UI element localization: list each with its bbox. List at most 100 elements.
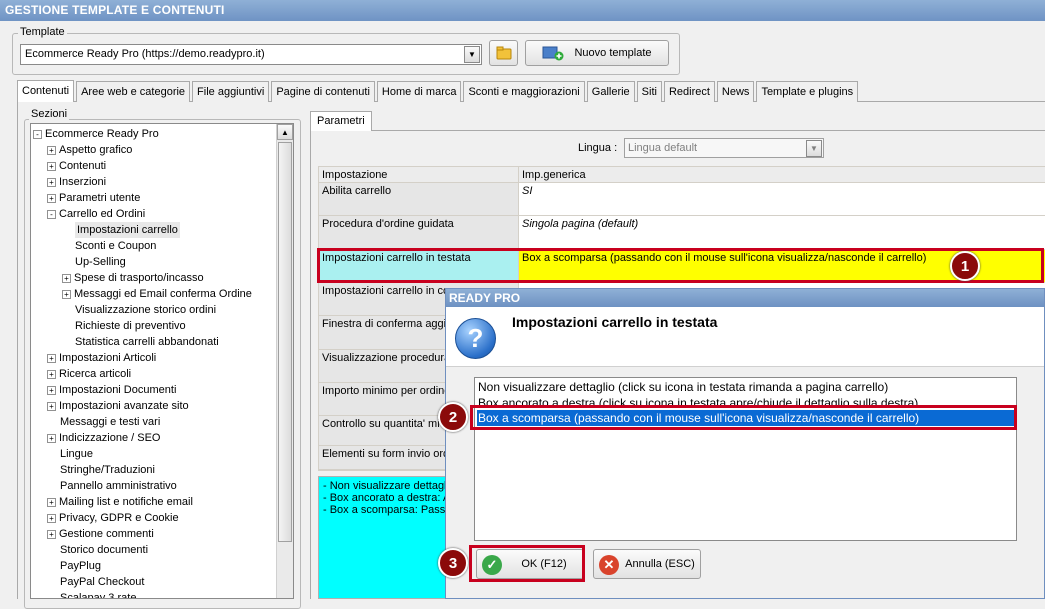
expand-icon[interactable]: + — [47, 177, 56, 187]
tree-item[interactable]: Visualizzazione storico ordini — [75, 302, 216, 318]
tree-item[interactable]: + Mailing list e notifiche email — [47, 494, 193, 510]
open-folder-button[interactable] — [489, 40, 518, 66]
tree-item[interactable]: PayPlug — [60, 558, 101, 574]
tree-root[interactable]: - Ecommerce Ready Pro — [33, 126, 159, 142]
expand-icon[interactable]: + — [47, 385, 56, 395]
expand-icon[interactable]: + — [62, 289, 71, 299]
tree-item[interactable]: + Indicizzazione / SEO — [47, 430, 161, 446]
tab-aree-web[interactable]: Aree web e categorie — [76, 81, 191, 102]
tree-item[interactable]: + Impostazioni Documenti — [47, 382, 176, 398]
tree-item-label: Visualizzazione storico ordini — [75, 304, 217, 316]
tree-item[interactable]: + Ricerca articoli — [47, 366, 131, 382]
tree-item[interactable]: Storico documenti — [60, 542, 148, 558]
option-item[interactable]: Box ancorato a destra (click su icona in… — [477, 395, 1015, 408]
tab-news[interactable]: News — [716, 81, 755, 102]
tree-item[interactable]: - Carrello ed Ordini — [47, 206, 145, 222]
tab-siti[interactable]: Siti — [636, 81, 662, 102]
step-badge-1: 1 — [950, 251, 980, 281]
expand-icon[interactable]: + — [47, 433, 56, 443]
tree-item[interactable]: Messaggi e testi vari — [60, 414, 160, 430]
question-icon: ? — [455, 318, 496, 359]
new-template-button[interactable]: Nuovo template — [525, 40, 669, 66]
dialog-header: ? Impostazioni carrello in testata — [446, 307, 1044, 367]
cancel-button[interactable]: ✕ Annulla (ESC) — [593, 549, 701, 579]
language-select[interactable]: Lingua default ▼ — [624, 138, 824, 158]
tree-item[interactable]: Sconti e Coupon — [75, 238, 156, 254]
tree-item[interactable]: + Impostazioni avanzate sito — [47, 398, 189, 414]
tab-parametri[interactable]: Parametri — [310, 111, 372, 131]
tree-item-label: Parametri utente — [59, 192, 141, 204]
tree-item-label: Aspetto grafico — [59, 144, 133, 156]
collapse-icon[interactable]: - — [47, 209, 56, 219]
row-value[interactable]: SI — [519, 183, 1045, 215]
tab-gallerie[interactable]: Gallerie — [586, 81, 635, 102]
tree-item-selected[interactable]: Impostazioni carrello — [75, 222, 180, 238]
tree-item[interactable]: Stringhe/Traduzioni — [60, 462, 155, 478]
tree-item[interactable]: Scalapay 3 rate — [60, 590, 136, 598]
option-item-selected[interactable]: Box a scomparsa (passando con il mouse s… — [477, 410, 1015, 426]
tree-item-label: Carrello ed Ordini — [59, 208, 146, 220]
tree-scrollbar[interactable]: ▲ — [276, 124, 293, 598]
chevron-down-icon[interactable]: ▼ — [806, 140, 822, 157]
tree-item-label: Privacy, GDPR e Cookie — [59, 512, 179, 524]
tree-item[interactable]: + Privacy, GDPR e Cookie — [47, 510, 179, 526]
col-header-setting: Impostazione — [319, 167, 518, 182]
sections-legend: Sezioni — [29, 108, 70, 120]
expand-icon[interactable]: + — [47, 529, 56, 539]
template-legend: Template — [18, 26, 67, 38]
tab-contenuti[interactable]: Contenuti — [17, 80, 75, 102]
tree-item-label: Gestione commenti — [59, 528, 154, 540]
expand-icon[interactable]: + — [47, 369, 56, 379]
expand-icon[interactable]: + — [47, 145, 56, 155]
expand-icon[interactable]: + — [47, 401, 56, 411]
option-item[interactable]: Non visualizzare dettaglio (click su ico… — [477, 379, 1015, 395]
tree-item[interactable]: + Spese di trasporto/incasso — [62, 270, 204, 286]
tab-pagine-contenuti[interactable]: Pagine di contenuti — [271, 81, 375, 102]
expand-icon[interactable]: + — [47, 353, 56, 363]
tab-sconti[interactable]: Sconti e maggiorazioni — [463, 81, 585, 102]
tree-item[interactable]: Up-Selling — [75, 254, 126, 270]
tab-template-plugins[interactable]: Template e plugins — [756, 81, 859, 102]
tree-item[interactable]: Lingue — [60, 446, 93, 462]
row-setting[interactable]: Procedura d'ordine guidata — [319, 216, 518, 249]
step-badge-3: 3 — [438, 548, 468, 578]
tree-item[interactable]: Pannello amministrativo — [60, 478, 177, 494]
scroll-thumb[interactable] — [278, 142, 292, 542]
new-template-label: Nuovo template — [574, 47, 652, 59]
row-setting[interactable]: Impostazioni carrello in testata — [319, 250, 518, 282]
row-value[interactable]: Singola pagina (default) — [519, 216, 1045, 249]
tree-item-label: Storico documenti — [60, 544, 149, 556]
tree-item[interactable]: + Messaggi ed Email conferma Ordine — [62, 286, 252, 302]
info-box: - Non visualizzare dettagli - Box ancora… — [318, 476, 446, 599]
row-setting[interactable]: Abilita carrello — [319, 183, 518, 215]
tree-item[interactable]: + Contenuti — [47, 158, 106, 174]
chevron-down-icon[interactable]: ▼ — [464, 46, 480, 63]
tree-item[interactable]: + Gestione commenti — [47, 526, 154, 542]
sections-tree[interactable]: - Ecommerce Ready Pro + Aspetto grafico + Co… — [30, 123, 294, 599]
tree-item-label: Up-Selling — [75, 256, 126, 268]
tree-item[interactable]: + Parametri utente — [47, 190, 140, 206]
template-select[interactable]: Ecommerce Ready Pro (https://demo.readyp… — [20, 44, 482, 65]
tree-item[interactable]: Statistica carrelli abbandonati — [75, 334, 219, 350]
tree-item[interactable]: + Aspetto grafico — [47, 142, 132, 158]
ok-button[interactable]: ✓ OK (F12) — [476, 549, 584, 579]
expand-icon[interactable]: + — [47, 193, 56, 203]
expand-icon[interactable]: + — [47, 161, 56, 171]
tab-file-aggiuntivi[interactable]: File aggiuntivi — [192, 81, 270, 102]
expand-icon[interactable]: + — [47, 497, 56, 507]
tree-item[interactable]: PayPal Checkout — [60, 574, 144, 590]
tree-item[interactable]: + Impostazioni Articoli — [47, 350, 156, 366]
tree-item-label: Impostazioni Documenti — [59, 384, 177, 396]
add-template-icon — [542, 46, 564, 61]
expand-icon[interactable]: + — [62, 273, 71, 283]
tree-item-label: Pannello amministrativo — [60, 480, 177, 492]
tab-redirect[interactable]: Redirect — [663, 81, 715, 102]
choice-dialog: READY PRO ? Impostazioni carrello in tes… — [445, 288, 1045, 599]
expand-icon[interactable]: + — [47, 513, 56, 523]
tree-item[interactable]: Richieste di preventivo — [75, 318, 186, 334]
tab-home-marca[interactable]: Home di marca — [376, 81, 462, 102]
collapse-icon[interactable]: - — [33, 129, 42, 139]
tree-item[interactable]: + Inserzioni — [47, 174, 106, 190]
scroll-up-icon[interactable]: ▲ — [277, 124, 293, 140]
options-list[interactable]: Non visualizzare dettaglio (click su ico… — [474, 377, 1017, 541]
